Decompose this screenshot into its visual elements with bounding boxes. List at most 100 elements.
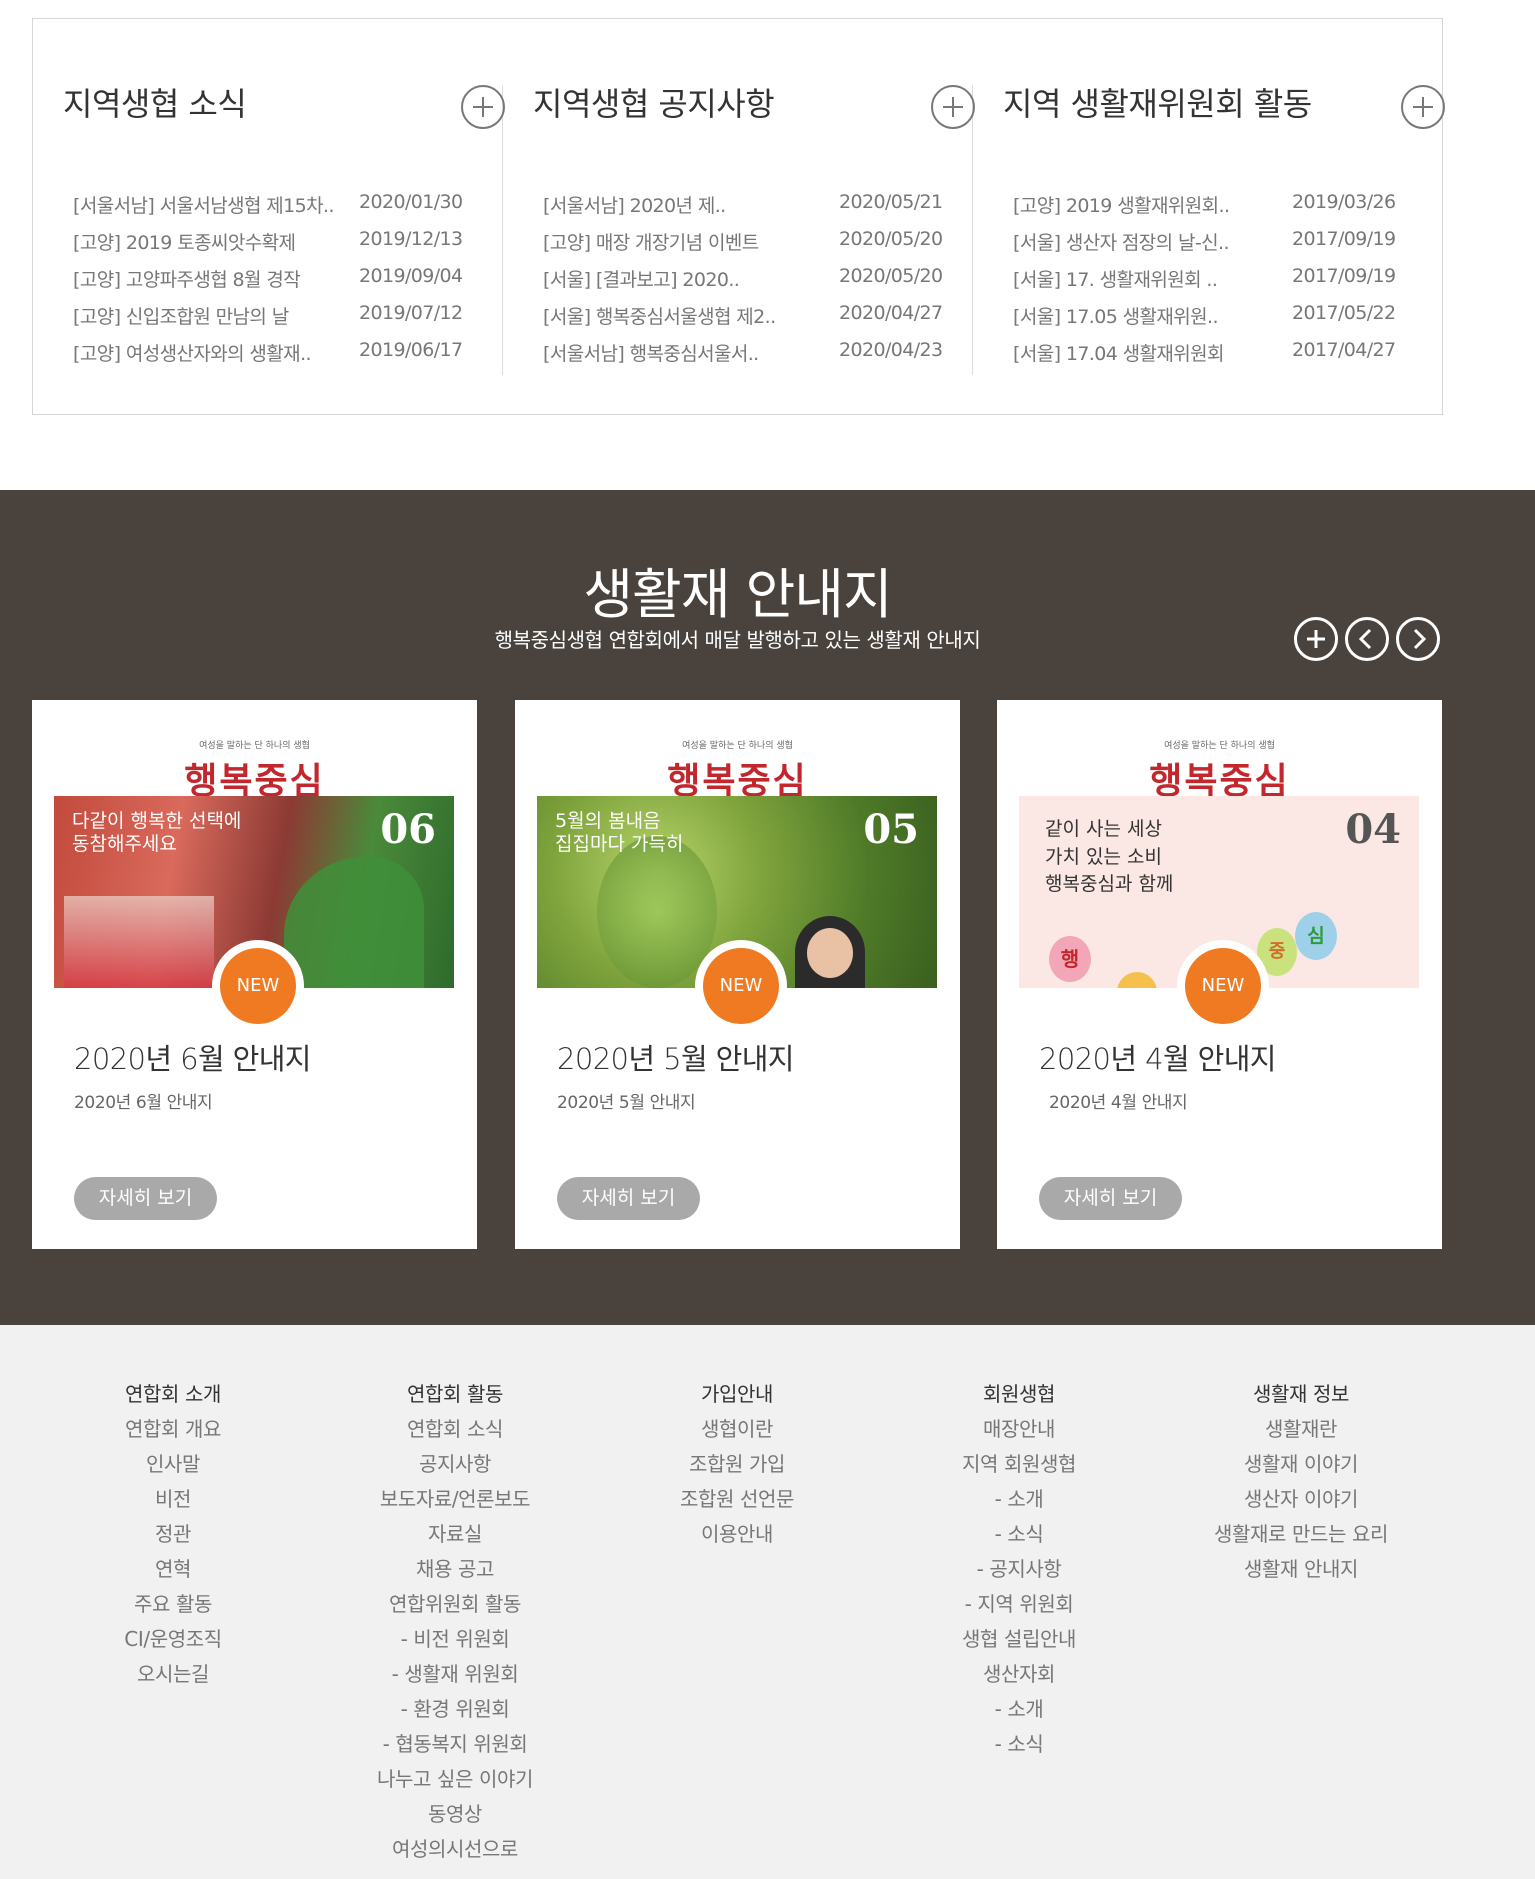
news-item-date: 2019/03/26 <box>1292 191 1396 213</box>
footer-link[interactable]: 동영상 <box>325 1797 585 1832</box>
guide-prev-button[interactable] <box>1345 617 1389 661</box>
footer-link[interactable]: - 소식 <box>889 1517 1149 1552</box>
news-item[interactable]: [서울] 17. 생활재위원회 .. 2017/09/19 <box>1013 265 1433 302</box>
news-item-title[interactable]: [서울서남] 서울서남생협 제15차.. <box>73 191 335 218</box>
footer-link[interactable]: 조합원 가입 <box>607 1447 867 1482</box>
footer-column-heading[interactable]: 가입안내 <box>607 1377 867 1412</box>
footer-link[interactable]: 인사말 <box>43 1447 303 1482</box>
footer-link[interactable]: 지역 회원생협 <box>889 1447 1149 1482</box>
card-title[interactable]: 2020년 4월 안내지 <box>1039 1036 1276 1078</box>
footer-link[interactable]: - 소개 <box>889 1692 1149 1727</box>
news-item[interactable]: [고양] 매장 개장기념 이벤트 2020/05/20 <box>543 228 963 265</box>
footer-link[interactable]: - 공지사항 <box>889 1552 1149 1587</box>
news-item[interactable]: [고양] 2019 생활재위원회.. 2019/03/26 <box>1013 191 1433 228</box>
footer-column-heading[interactable]: 연합회 소개 <box>43 1377 303 1412</box>
news-item[interactable]: [서울서남] 서울서남생협 제15차.. 2020/01/30 <box>73 191 493 228</box>
news-item[interactable]: [서울] 행복중심서울생협 제2.. 2020/04/27 <box>543 302 963 339</box>
footer-link[interactable]: 연합회 소식 <box>325 1412 585 1447</box>
news-item-title[interactable]: [고양] 여성생산자와의 생활재.. <box>73 339 312 366</box>
view-detail-button[interactable]: 자세히 보기 <box>74 1177 217 1220</box>
footer-link[interactable]: 연합회 개요 <box>43 1412 303 1447</box>
news-item-title[interactable]: [고양] 2019 토종씨앗수확제 <box>73 228 296 255</box>
new-badge: NEW <box>1177 940 1269 1032</box>
footer-column: 생활재 정보 생활재란 생활재 이야기 생산자 이야기 생활재로 만드는 요리 … <box>1171 1377 1431 1587</box>
news-item[interactable]: [서울서남] 행복중심서울서.. 2020/04/23 <box>543 339 963 376</box>
footer-link[interactable]: 생활재 이야기 <box>1171 1447 1431 1482</box>
footer-link[interactable]: 자료실 <box>325 1517 585 1552</box>
news-item[interactable]: [서울] [결과보고] 2020.. 2020/05/20 <box>543 265 963 302</box>
news-item-title[interactable]: [서울] 행복중심서울생협 제2.. <box>543 302 776 329</box>
news-item[interactable]: [고양] 고양파주생협 8월 경작 2019/09/04 <box>73 265 493 302</box>
guide-more-button[interactable] <box>1294 617 1338 661</box>
news-item-title[interactable]: [서울서남] 2020년 제.. <box>543 191 726 218</box>
more-plus-button[interactable] <box>1401 85 1445 129</box>
footer-column-heading[interactable]: 회원생협 <box>889 1377 1149 1412</box>
news-item[interactable]: [서울] 17.04 생활재위원회 2017/04/27 <box>1013 339 1433 376</box>
footer-link[interactable]: 생활재란 <box>1171 1412 1431 1447</box>
footer-link[interactable]: - 지역 위원회 <box>889 1587 1149 1622</box>
footer-link[interactable]: 생활재 안내지 <box>1171 1552 1431 1587</box>
footer-link[interactable]: 조합원 선언문 <box>607 1482 867 1517</box>
footer-link[interactable]: 연혁 <box>43 1552 303 1587</box>
footer-link[interactable]: - 비전 위원회 <box>325 1622 585 1657</box>
new-badge-label: NEW <box>1185 948 1261 1024</box>
footer-link[interactable]: 생협 설립안내 <box>889 1622 1149 1657</box>
footer-link[interactable]: 연합위원회 활동 <box>325 1587 585 1622</box>
news-item[interactable]: [서울] 생산자 점장의 날-신.. 2017/09/19 <box>1013 228 1433 265</box>
footer-link[interactable]: 정관 <box>43 1517 303 1552</box>
footer-link[interactable]: 생활재로 만드는 요리 <box>1171 1517 1431 1552</box>
chevron-right-icon <box>1413 628 1427 650</box>
footer-link[interactable]: - 환경 위원회 <box>325 1692 585 1727</box>
news-item-date: 2020/05/20 <box>839 265 943 287</box>
news-item-title[interactable]: [서울] 생산자 점장의 날-신.. <box>1013 228 1229 255</box>
news-item-date: 2017/05/22 <box>1292 302 1396 324</box>
footer-link[interactable]: 생협이란 <box>607 1412 867 1447</box>
card-title[interactable]: 2020년 5월 안내지 <box>557 1036 794 1078</box>
footer-link[interactable]: - 생활재 위원회 <box>325 1657 585 1692</box>
news-column-local-news: 지역생협 소식 [서울서남] 서울서남생협 제15차.. 2020/01/30 [… <box>63 19 533 414</box>
cover-issue-number: 06 <box>380 806 436 853</box>
footer-link[interactable]: 생산자 이야기 <box>1171 1482 1431 1517</box>
news-item-date: 2020/01/30 <box>359 191 463 213</box>
footer-link[interactable]: 매장안내 <box>889 1412 1149 1447</box>
footer-link[interactable]: 나누고 싶은 이야기 <box>325 1762 585 1797</box>
footer-link[interactable]: 이용안내 <box>607 1517 867 1552</box>
news-item-title[interactable]: [고양] 고양파주생협 8월 경작 <box>73 265 301 292</box>
footer-link[interactable]: 생산자회 <box>889 1657 1149 1692</box>
footer-link[interactable]: 주요 활동 <box>43 1587 303 1622</box>
card-description: 2020년 5월 안내지 <box>557 1093 696 1113</box>
more-plus-button[interactable] <box>461 85 505 129</box>
news-item-title[interactable]: [서울] 17.05 생활재위원.. <box>1013 302 1219 329</box>
footer-link[interactable]: 비전 <box>43 1482 303 1517</box>
news-item-title[interactable]: [서울] 17.04 생활재위원회 <box>1013 339 1225 366</box>
news-item-title[interactable]: [고양] 2019 생활재위원회.. <box>1013 191 1230 218</box>
footer-column-heading[interactable]: 연합회 활동 <box>325 1377 585 1412</box>
footer-link[interactable]: 보도자료/언론보도 <box>325 1482 585 1517</box>
footer-link[interactable]: - 소개 <box>889 1482 1149 1517</box>
footer-link[interactable]: CI/운영조직 <box>43 1622 303 1657</box>
footer-link[interactable]: 채용 공고 <box>325 1552 585 1587</box>
news-item-title[interactable]: [서울] 17. 생활재위원회 .. <box>1013 265 1218 292</box>
view-detail-button[interactable]: 자세히 보기 <box>1039 1177 1182 1220</box>
footer-column-heading[interactable]: 생활재 정보 <box>1171 1377 1431 1412</box>
footer-link[interactable]: 여성의시선으로 <box>325 1832 585 1867</box>
news-item[interactable]: [서울] 17.05 생활재위원.. 2017/05/22 <box>1013 302 1433 339</box>
news-item[interactable]: [서울서남] 2020년 제.. 2020/05/21 <box>543 191 963 228</box>
card-title[interactable]: 2020년 6월 안내지 <box>74 1036 311 1078</box>
cover-issue-number: 04 <box>1345 806 1401 853</box>
news-item[interactable]: [고양] 여성생산자와의 생활재.. 2019/06/17 <box>73 339 493 376</box>
news-item[interactable]: [고양] 신입조합원 만남의 날 2019/07/12 <box>73 302 493 339</box>
footer-link[interactable]: 공지사항 <box>325 1447 585 1482</box>
guide-next-button[interactable] <box>1396 617 1440 661</box>
footer-link[interactable]: - 소식 <box>889 1727 1149 1762</box>
more-plus-button[interactable] <box>931 85 975 129</box>
view-detail-button[interactable]: 자세히 보기 <box>557 1177 700 1220</box>
footer-link[interactable]: - 협동복지 위원회 <box>325 1727 585 1762</box>
news-item-title[interactable]: [고양] 신입조합원 만남의 날 <box>73 302 289 329</box>
news-item-title[interactable]: [고양] 매장 개장기념 이벤트 <box>543 228 759 255</box>
news-column-title: 지역생협 소식 <box>63 85 247 123</box>
news-item[interactable]: [고양] 2019 토종씨앗수확제 2019/12/13 <box>73 228 493 265</box>
news-item-title[interactable]: [서울] [결과보고] 2020.. <box>543 265 740 292</box>
footer-link[interactable]: 오시는길 <box>43 1657 303 1692</box>
news-item-title[interactable]: [서울서남] 행복중심서울서.. <box>543 339 759 366</box>
